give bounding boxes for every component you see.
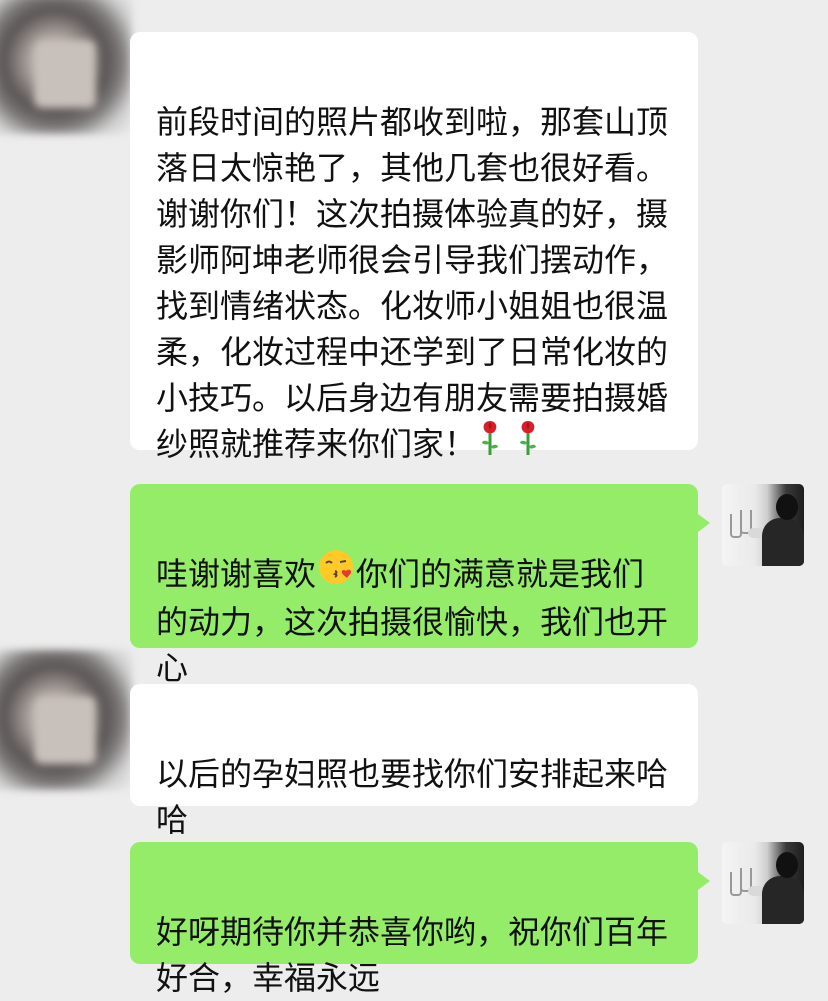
message-text: 前段时间的照片都收到啦，那套山顶落日太惊艳了，其他几套也很好看。谢谢你们！这次拍… [156,103,669,463]
head-shape [776,494,798,520]
body-shape [762,518,804,566]
rose-emoji [476,417,552,469]
message-text: 以后的孕妇照也要找你们安排起来哈哈 [156,755,669,839]
message-bubble-incoming[interactable]: 以后的孕妇照也要找你们安排起来哈哈 [130,684,698,839]
message-text: 好呀期待你并恭喜你哟，祝你们百年好合，幸福永远 [156,913,669,997]
head-shape [776,852,798,878]
message-bubble-outgoing[interactable]: 哇谢谢喜欢 你们的满意就是我们的动力，这次拍摄很愉快，我们也开心 [130,484,710,687]
contact-avatar[interactable] [0,0,132,134]
body-shape [762,876,804,924]
message-text: 哇谢谢喜欢 [156,555,317,593]
message-bubble-outgoing[interactable]: 好呀期待你并恭喜你哟，祝你们百年好合，幸福永远 [130,842,710,997]
message-bubble-incoming[interactable]: 前段时间的照片都收到啦，那套山顶落日太惊艳了，其他几套也很好看。谢谢你们！这次拍… [130,32,698,463]
self-avatar[interactable] [722,842,804,924]
contact-avatar[interactable] [0,650,132,790]
contact-avatar-face [34,696,96,764]
kissing-face-emoji [316,547,356,599]
self-avatar[interactable] [722,484,804,566]
contact-avatar-face [34,40,96,108]
